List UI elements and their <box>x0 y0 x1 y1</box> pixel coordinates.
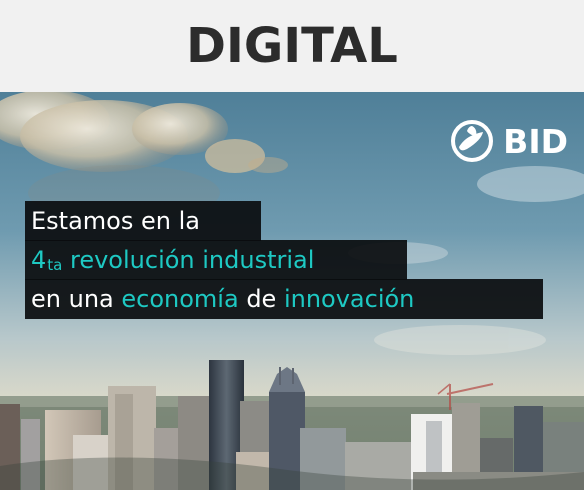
page: DIGITAL BID Estamos en la 4ta revolución… <box>0 0 584 490</box>
globe-hand-icon <box>451 120 494 162</box>
message-highlight-revolution: revolución industrial <box>62 246 314 274</box>
message-text-1: Estamos en la <box>31 207 200 235</box>
message-text-3a: en una <box>31 285 114 313</box>
message-line-3: en una economía de innovación <box>25 279 543 319</box>
brand-logo: BID <box>449 118 568 164</box>
message-text-3b: de <box>239 285 277 313</box>
message-de-text: de <box>246 285 277 313</box>
message-highlight-economia: economía <box>114 285 239 313</box>
message-economia-text: economía <box>121 285 239 313</box>
message-line-1: Estamos en la <box>25 201 261 241</box>
brand-name: BID <box>503 121 568 161</box>
message-ordinal-suffix: ta <box>47 256 63 274</box>
hero-message: Estamos en la 4ta revolución industrial … <box>25 201 584 319</box>
message-innovacion-text: innovación <box>283 285 415 313</box>
message-highlight-innovacion: innovación <box>276 285 414 313</box>
page-title: DIGITAL <box>186 18 398 74</box>
message-line-2: 4ta revolución industrial <box>25 240 407 280</box>
message-revolution-text: revolución industrial <box>70 246 315 274</box>
message-number: 4 <box>31 246 47 274</box>
header: DIGITAL <box>0 0 584 92</box>
hero-banner: BID Estamos en la 4ta revolución industr… <box>0 92 584 490</box>
